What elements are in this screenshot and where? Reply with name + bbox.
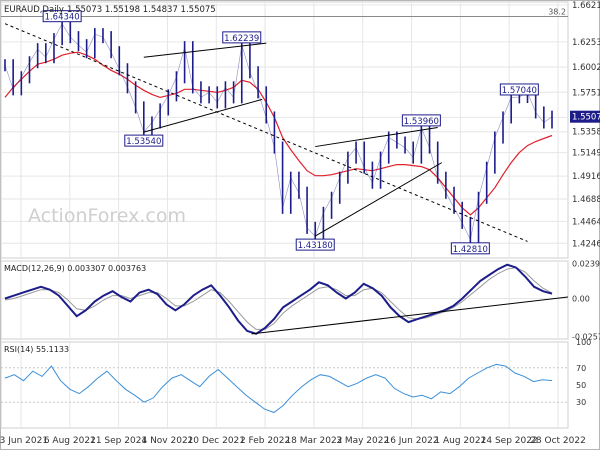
watermark: ActionForex.com — [28, 205, 186, 227]
x-tick-label: 2 Feb 2022 — [240, 436, 290, 446]
x-tick-label: 6 Aug 2021 — [44, 436, 96, 446]
price-tick-label: 1.62530 — [572, 38, 600, 48]
ohlc-values: 1.55073 1.55198 1.54837 1.55075 — [67, 5, 216, 15]
x-tick-label: 28 Oct 2022 — [530, 436, 586, 446]
price-annotation-label: 1.62239 — [224, 34, 259, 44]
price-tick-label: 1.57510 — [572, 88, 600, 98]
x-tick-label: 18 Mar 2022 — [285, 436, 342, 446]
price-tick-label: 1.51495 — [572, 149, 600, 159]
price-tick-label: 1.49160 — [572, 172, 600, 182]
price-annotation-label: 1.53960 — [404, 117, 439, 127]
macd-tick-label: 0.023963 — [572, 259, 600, 268]
x-tick-label: 4 Nov 2021 — [141, 436, 193, 446]
rsi-title: RSI(14) 55.1133 — [4, 345, 69, 354]
x-tick-label: 23 Jun 2021 — [0, 436, 48, 446]
price-tick-label: 1.66215 — [572, 1, 600, 11]
price-annotation-label: 1.57040 — [502, 86, 537, 96]
current-price-label: 1.55075 — [572, 113, 600, 123]
price-annotation-label: 1.42810 — [453, 245, 488, 255]
price-annotation-label: 1.43180 — [298, 241, 333, 251]
price-tick-label: 1.46880 — [572, 195, 600, 205]
price-tick-label: 1.53580 — [572, 128, 600, 138]
x-tick-label: 14 Sep 2022 — [481, 436, 538, 446]
x-tick-label: 3 May 2022 — [336, 436, 389, 446]
fib-label: 38.2 — [548, 8, 566, 17]
price-tick-label: 1.42465 — [572, 239, 600, 249]
rsi-tick-label: 50 — [576, 381, 586, 390]
price-tick-label: 1.44645 — [572, 217, 600, 227]
rsi-tick-label: 100 — [576, 338, 591, 347]
macd-title: MACD(12,26,9) 0.003307 0.003763 — [4, 264, 146, 273]
macd-tick-label: 0.00 — [572, 295, 590, 304]
x-tick-label: 20 Dec 2021 — [188, 436, 246, 446]
x-tick-label: 1 Aug 2022 — [434, 436, 486, 446]
price-tick-label: 1.60020 — [572, 63, 600, 73]
x-tick-label: 21 Sep 2021 — [90, 436, 147, 446]
rsi-tick-label: 30 — [576, 398, 586, 407]
price-annotation-label: 1.53540 — [126, 137, 161, 147]
chart-title: EURAUD,Daily — [4, 5, 64, 15]
chart-canvas: 23 Jun 20216 Aug 202121 Sep 20214 Nov 20… — [0, 0, 600, 450]
x-tick-label: 16 Jun 2022 — [384, 436, 438, 446]
rsi-tick-label: 70 — [576, 364, 586, 373]
